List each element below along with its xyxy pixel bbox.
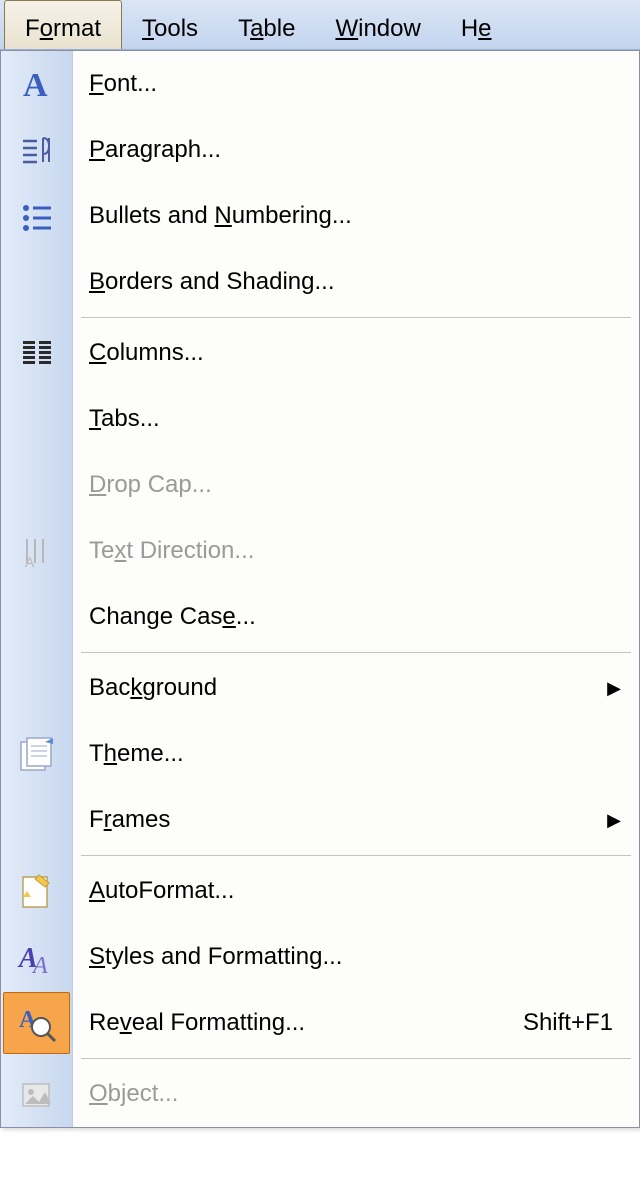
menubar: Format Tools Table Window He xyxy=(0,0,640,50)
menu-item-theme[interactable]: Theme... xyxy=(73,721,639,787)
menu-item-bullets-numbering[interactable]: Bullets and Numbering... xyxy=(73,183,639,249)
svg-text:A: A xyxy=(31,953,48,977)
svg-text:A: A xyxy=(25,554,35,569)
paragraph-icon xyxy=(1,117,72,183)
menu-separator xyxy=(81,317,631,318)
text-direction-icon: A xyxy=(1,518,72,584)
menu-item-object: Object... xyxy=(73,1061,639,1127)
menubar-item-format[interactable]: Format xyxy=(4,0,122,49)
menu-separator xyxy=(81,855,631,856)
object-icon xyxy=(1,1061,72,1127)
menu-item-reveal-formatting[interactable]: Reveal Formatting... Shift+F1 xyxy=(73,990,639,1056)
theme-icon xyxy=(1,721,72,787)
menubar-item-table[interactable]: Table xyxy=(218,0,315,49)
menu-separator xyxy=(81,652,631,653)
menu-item-columns[interactable]: Columns... xyxy=(73,320,639,386)
menu-item-borders-shading[interactable]: Borders and Shading... xyxy=(73,249,639,315)
menu-item-autoformat[interactable]: AutoFormat... xyxy=(73,858,639,924)
menu-item-styles-formatting[interactable]: Styles and Formatting... xyxy=(73,924,639,990)
menubar-item-help[interactable]: He xyxy=(441,0,512,49)
autoformat-icon xyxy=(1,858,72,924)
menu-item-change-case[interactable]: Change Case... xyxy=(73,584,639,650)
styles-icon: A A xyxy=(1,924,72,990)
menu-item-font[interactable]: Font... xyxy=(73,51,639,117)
menu-item-drop-cap: Drop Cap... xyxy=(73,452,639,518)
changecase-icon-placeholder xyxy=(1,584,72,650)
tabs-icon-placeholder xyxy=(1,386,72,452)
reveal-formatting-icon: A xyxy=(3,992,70,1054)
borders-icon-placeholder xyxy=(1,249,72,315)
menu-items-column: Font... Paragraph... Bullets and Numberi… xyxy=(73,51,639,1127)
format-menu-dropdown: A xyxy=(0,50,640,1128)
submenu-arrow-icon: ▶ xyxy=(607,810,621,831)
menu-icon-column: A xyxy=(1,51,73,1127)
bullets-icon xyxy=(1,183,72,249)
dropcap-icon-placeholder xyxy=(1,452,72,518)
columns-icon xyxy=(1,320,72,386)
frames-icon-placeholder xyxy=(1,787,72,853)
menubar-item-tools[interactable]: Tools xyxy=(122,0,218,49)
background-icon-placeholder xyxy=(1,655,72,721)
menu-item-text-direction: Text Direction... xyxy=(73,518,639,584)
menu-separator xyxy=(81,1058,631,1059)
menu-item-tabs[interactable]: Tabs... xyxy=(73,386,639,452)
submenu-arrow-icon: ▶ xyxy=(607,678,621,699)
menubar-item-window[interactable]: Window xyxy=(315,0,440,49)
menu-item-background[interactable]: Background ▶ xyxy=(73,655,639,721)
font-icon: A xyxy=(1,51,72,117)
svg-text:A: A xyxy=(23,67,48,102)
menu-item-frames[interactable]: Frames ▶ xyxy=(73,787,639,853)
shortcut-label: Shift+F1 xyxy=(523,1009,623,1037)
menu-item-paragraph[interactable]: Paragraph... xyxy=(73,117,639,183)
